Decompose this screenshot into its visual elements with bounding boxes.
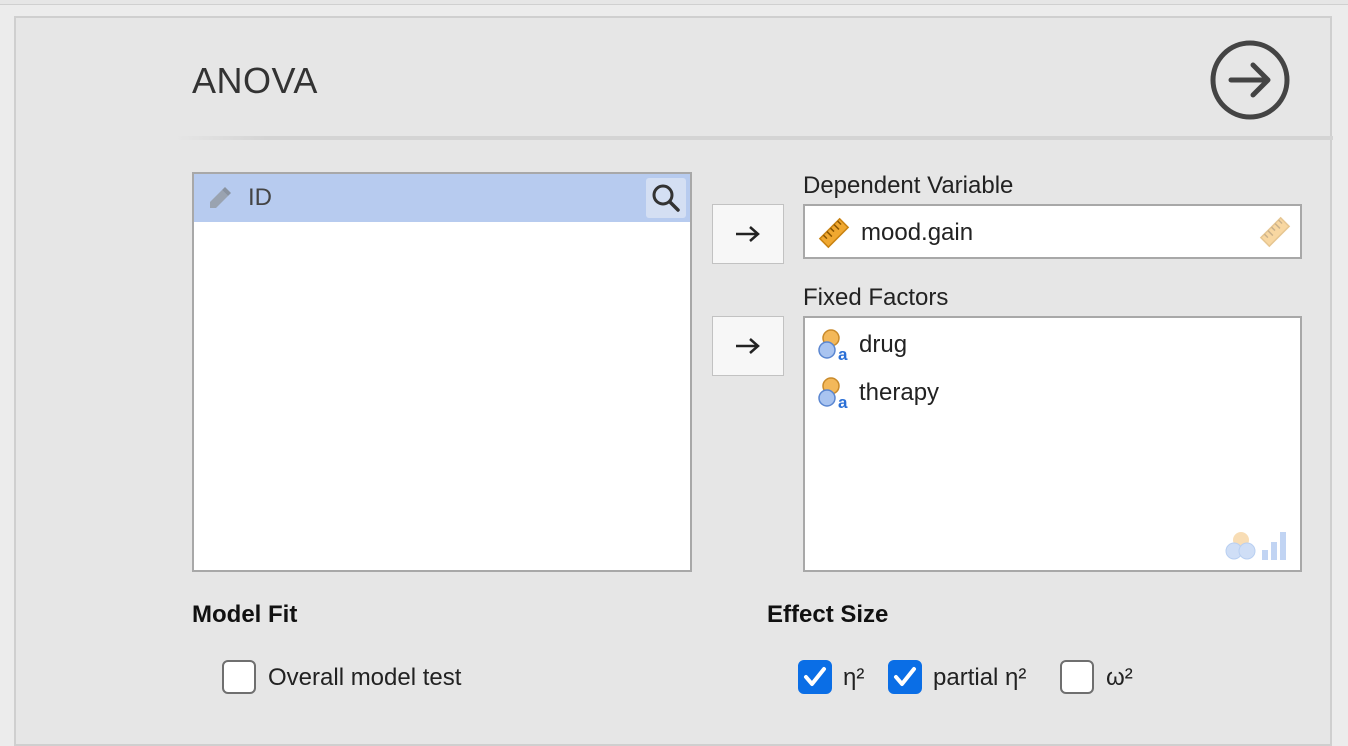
variable-label: ID [248,184,272,211]
arrow-right-icon [736,338,760,354]
fixed-factors-label: Fixed Factors [803,284,949,311]
search-icon [652,184,680,212]
checkmark-icon [894,667,916,686]
svg-text:a: a [838,345,848,362]
run-analysis-button[interactable] [1209,39,1291,121]
variable-item: ID [206,184,272,212]
fixed-factor-item[interactable]: a therapy [817,376,939,410]
partial-eta-squared-label: partial η² [933,664,1027,691]
fixed-factor-name: drug [859,331,908,358]
dependent-variable-name: mood.gain [861,219,974,246]
arrow-right-circle-icon [1210,40,1290,120]
svg-text:a: a [838,393,848,410]
available-variables-list[interactable]: ID [192,172,692,572]
eta-squared-label: η² [843,664,865,691]
window-top-edge [0,0,1348,5]
nominal-factor-icon: a [818,377,848,410]
overall-model-test-checkbox[interactable] [222,660,256,694]
ruler-scale-icon [818,217,850,249]
dependent-variable-item[interactable]: mood.gain [817,216,973,250]
fixed-factor-item[interactable]: a drug [817,328,907,362]
effect-size-heading: Effect Size [767,601,889,628]
factor-types-icon [1225,532,1286,560]
ruler-scale-icon [1259,216,1291,248]
omega-squared-label: ω² [1106,664,1133,691]
partial-eta-squared-checkbox[interactable] [888,660,922,694]
move-to-fixed-factors-button[interactable] [712,316,784,376]
overall-model-test-label: Overall model test [268,664,462,691]
nominal-id-icon [210,187,231,208]
dependent-variable-label: Dependent Variable [803,172,1014,199]
eta-squared-checkbox[interactable] [798,660,832,694]
nominal-factor-icon: a [818,329,848,362]
model-fit-heading: Model Fit [192,601,298,628]
fixed-factors-box[interactable]: a drug a therapy [803,316,1302,572]
checkmark-icon [804,667,826,686]
title-divider [175,136,1333,140]
analysis-title: ANOVA [192,60,318,101]
variable-row-id[interactable]: ID [194,174,690,222]
search-button[interactable] [646,178,686,218]
omega-squared-checkbox[interactable] [1060,660,1094,694]
dependent-variable-box[interactable]: mood.gain [803,204,1302,259]
move-to-dependent-button[interactable] [712,204,784,264]
fixed-factor-name: therapy [859,379,940,406]
arrow-right-icon [736,226,760,242]
